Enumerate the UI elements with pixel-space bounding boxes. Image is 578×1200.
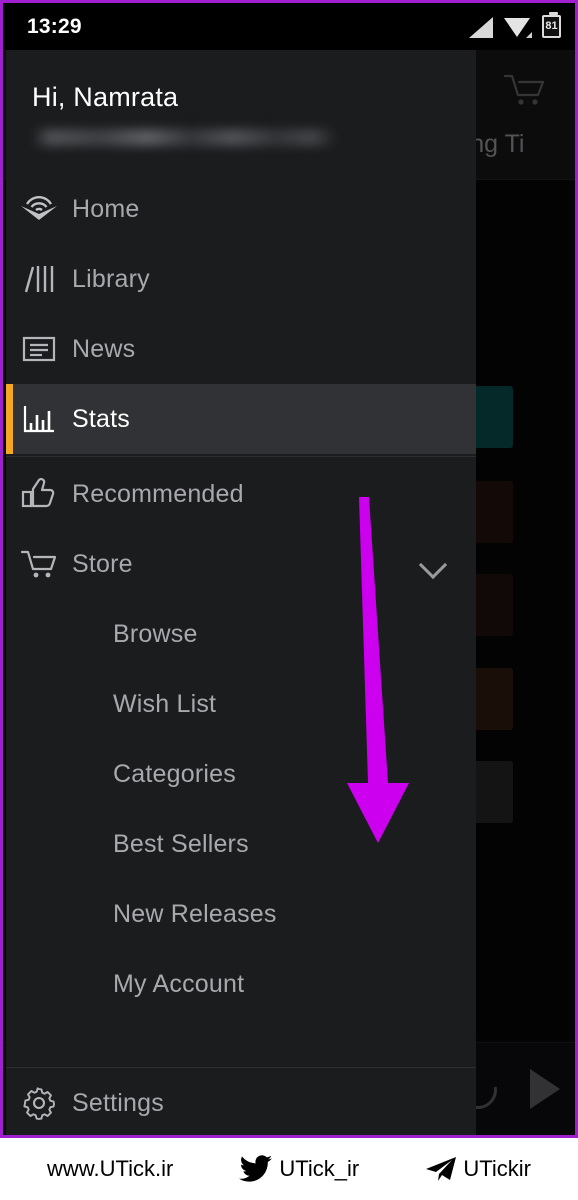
status-bar: 13:29 81 xyxy=(3,3,575,50)
sidebar-item-label: My Account xyxy=(113,969,245,998)
sidebar-item-home[interactable]: Home xyxy=(6,174,476,244)
news-icon xyxy=(6,335,72,363)
thumbs-up-icon xyxy=(6,478,72,510)
gear-icon xyxy=(6,1086,72,1120)
watermark-site: www.UTick.ir xyxy=(47,1156,173,1182)
telegram-plane-icon xyxy=(425,1155,457,1183)
cart-icon xyxy=(6,548,72,580)
sidebar-item-label: Best Sellers xyxy=(113,829,249,858)
sidebar-item-browse[interactable]: Browse xyxy=(6,599,476,669)
signal-icon xyxy=(467,17,493,38)
watermark-twitter-handle: UTick_ir xyxy=(279,1156,360,1181)
drawer-divider xyxy=(6,456,476,457)
sidebar-item-label: Home xyxy=(72,194,140,223)
sidebar-item-new-releases[interactable]: New Releases xyxy=(6,879,476,949)
twitter-bird-icon xyxy=(239,1155,273,1183)
audible-logo-icon xyxy=(6,195,72,223)
sidebar-item-label: Wish List xyxy=(113,689,217,718)
drawer-nav-primary: Home Library News Stats Recommended Stor… xyxy=(6,174,476,1019)
watermark-telegram: UTickir xyxy=(425,1155,531,1183)
sidebar-item-label: Categories xyxy=(113,759,236,788)
watermark-twitter: UTick_ir xyxy=(239,1155,359,1183)
screenshot-frame: Listening Ti Hi, Namrata xyxy=(0,0,578,1138)
sidebar-item-categories[interactable]: Categories xyxy=(6,739,476,809)
sidebar-item-settings[interactable]: Settings xyxy=(6,1068,476,1135)
wifi-icon xyxy=(504,17,531,38)
greeting-text: Hi, Namrata xyxy=(32,82,179,112)
sidebar-item-library[interactable]: Library xyxy=(6,244,476,314)
sidebar-item-label: Browse xyxy=(113,619,198,648)
sidebar-item-wish-list[interactable]: Wish List xyxy=(6,669,476,739)
sidebar-item-my-account[interactable]: My Account xyxy=(6,949,476,1019)
battery-level: 81 xyxy=(545,20,558,32)
sidebar-item-label: Library xyxy=(72,264,150,293)
sidebar-item-best-sellers[interactable]: Best Sellers xyxy=(6,809,476,879)
library-icon xyxy=(6,264,72,294)
sidebar-item-label: Store xyxy=(72,549,133,578)
drawer-footer: Settings xyxy=(6,1067,476,1135)
stats-bar-chart-icon xyxy=(6,404,72,434)
sidebar-item-label: News xyxy=(72,334,136,363)
navigation-drawer: Hi, Namrata Home Library News Stats Reco… xyxy=(6,50,476,1135)
phone-screenshot: Listening Ti Hi, Namrata xyxy=(0,0,578,1200)
watermark-bar: www.UTick.ir UTick_ir UTickir xyxy=(0,1138,578,1200)
account-email-redacted xyxy=(32,129,337,146)
status-time: 13:29 xyxy=(27,14,82,38)
sidebar-item-label: Stats xyxy=(72,404,130,433)
watermark-site-text: www.UTick.ir xyxy=(47,1156,174,1181)
sidebar-item-store[interactable]: Store xyxy=(6,529,476,599)
battery-icon: 81 xyxy=(542,12,561,38)
chevron-down-icon[interactable] xyxy=(420,551,446,577)
status-icons: 81 xyxy=(467,12,561,38)
sidebar-item-stats[interactable]: Stats xyxy=(6,384,476,454)
sidebar-item-label: Recommended xyxy=(72,479,244,508)
sidebar-item-label: New Releases xyxy=(113,899,277,928)
sidebar-item-label: Settings xyxy=(72,1088,164,1117)
sidebar-item-news[interactable]: News xyxy=(6,314,476,384)
sidebar-item-recommended[interactable]: Recommended xyxy=(6,459,476,529)
drawer-header: Hi, Namrata xyxy=(6,50,476,146)
watermark-telegram-handle: UTickir xyxy=(463,1156,531,1181)
